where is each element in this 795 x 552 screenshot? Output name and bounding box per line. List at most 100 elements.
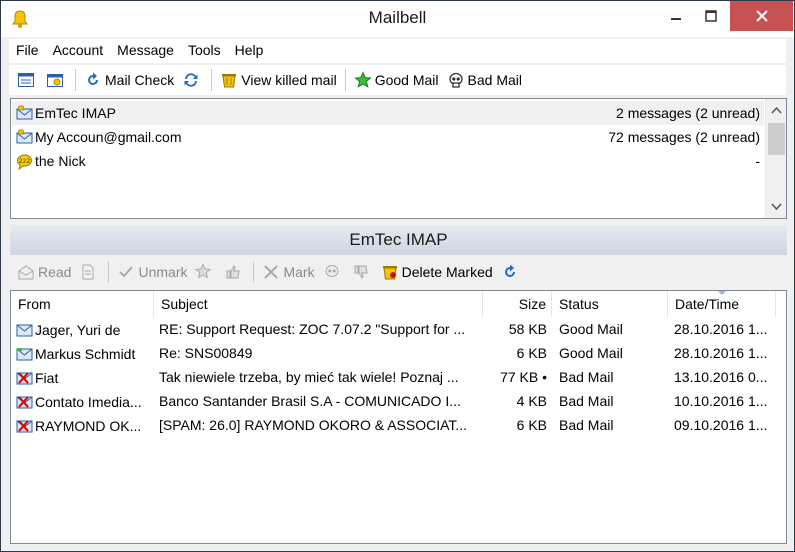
sort-descending-icon [718, 291, 726, 295]
close-icon [755, 10, 768, 22]
list-view-button[interactable] [13, 67, 42, 93]
column-header-from[interactable]: From [11, 291, 154, 317]
scroll-up-icon[interactable] [771, 105, 782, 116]
size-cell: 6 KB [516, 417, 547, 433]
bad-mail-button[interactable]: Bad Mail [443, 67, 526, 93]
thumbs-down-icon [354, 265, 368, 279]
column-header-size[interactable]: Size [483, 291, 552, 317]
from-cell: RAYMOND OK... [16, 414, 156, 438]
table-row[interactable]: RAYMOND OK... [SPAM: 26.0] RAYMOND OKORO… [11, 414, 786, 438]
scroll-thumb[interactable] [768, 123, 785, 155]
refresh-icon [88, 72, 98, 85]
open-envelope-icon [18, 265, 34, 280]
x-mark-icon [264, 265, 279, 279]
menu-tools[interactable]: Tools [181, 39, 228, 63]
mailbell-envelope-icon [16, 129, 33, 143]
from-text: Contato Imedia... [35, 394, 142, 410]
mark-label: Mark [283, 264, 315, 280]
refresh-list-button[interactable] [497, 259, 526, 285]
main-toolbar: Mail Check View killed mail Good Mail Ba… [9, 65, 786, 95]
accounts-list: EmTec IMAP 2 messages (2 unread) My Acco… [10, 98, 787, 219]
size-cell: 77 KB • [500, 369, 547, 385]
account-row-emtec-imap[interactable]: EmTec IMAP 2 messages (2 unread) [12, 101, 764, 125]
column-header-subject[interactable]: Subject [154, 291, 483, 317]
account-name: the Nick [35, 153, 86, 169]
date-cell: 28.10.2016 1... [674, 321, 768, 337]
trash-bell-icon [382, 266, 397, 280]
date-cell: 09.10.2016 1... [674, 417, 768, 433]
close-button[interactable] [730, 1, 793, 31]
table-row[interactable]: Markus Schmidt Re: SNS00849 6 KB Good Ma… [11, 342, 786, 366]
view-killed-mail-button[interactable]: View killed mail [216, 67, 340, 93]
title-bar[interactable]: Mailbell [1, 1, 794, 37]
view-source-button[interactable] [75, 259, 104, 285]
star-icon [353, 71, 372, 88]
envelope-bad-icon [16, 395, 33, 408]
subject-cell: Tak niewiele trzeba, by mieć tak wiele! … [159, 369, 459, 385]
menu-file[interactable]: File [9, 39, 46, 63]
from-text: Markus Schmidt [35, 346, 136, 362]
skull-add-icon [325, 265, 339, 277]
message-toolbar: Read Unmark Mark Delete Marked [10, 257, 787, 287]
add-account-button[interactable] [42, 67, 71, 93]
read-button[interactable]: Read [13, 259, 75, 285]
unmark-label: Unmark [138, 264, 188, 280]
menu-message[interactable]: Message [110, 39, 181, 63]
svg-text:222: 222 [19, 158, 31, 165]
toolbar-separator [253, 261, 255, 283]
menu-account[interactable]: Account [46, 39, 111, 63]
size-cell: 4 KB [516, 393, 547, 409]
maximize-button[interactable] [694, 1, 728, 31]
date-cell: 13.10.2016 0... [674, 369, 768, 385]
mailbox-panel-title: EmTec IMAP [10, 225, 787, 255]
list-view-icon [18, 73, 34, 87]
minimize-button[interactable] [659, 1, 693, 31]
accounts-scrollbar[interactable] [765, 99, 786, 218]
table-row[interactable]: Contato Imedia... Banco Santander Brasil… [11, 390, 786, 414]
delete-marked-button[interactable]: Delete Marked [377, 259, 497, 285]
status-cell: Bad Mail [559, 417, 614, 433]
account-message-count: 72 messages (2 unread) [608, 129, 760, 145]
size-cell: 58 KB [508, 321, 547, 337]
account-name: My Accoun@gmail.com [35, 129, 182, 145]
skull-icon [448, 72, 463, 88]
app-window: Mailbell File Account Message Tools Help… [0, 0, 795, 552]
account-row-the-nick[interactable]: 222 the Nick - [12, 149, 764, 173]
bad-mail-label: Bad Mail [467, 72, 522, 88]
table-row[interactable]: Jager, Yuri de RE: Support Request: ZOC … [11, 318, 786, 342]
messages-table: From Subject Size Status Date/Time Jager… [10, 290, 787, 544]
account-row-gmail[interactable]: My Accoun@gmail.com 72 messages (2 unrea… [12, 125, 764, 149]
mailbell-envelope-icon [16, 105, 33, 119]
star-add-icon [195, 263, 212, 279]
mark-bad-button[interactable] [319, 259, 348, 285]
column-header-status[interactable]: Status [552, 291, 668, 317]
account-name: EmTec IMAP [35, 105, 116, 121]
unmark-button[interactable]: Unmark [113, 259, 191, 285]
mail-check-button[interactable]: Mail Check [80, 67, 178, 93]
sync-button[interactable] [178, 67, 207, 93]
status-cell: Bad Mail [559, 369, 614, 385]
mark-sender-good-button[interactable] [220, 259, 249, 285]
from-text: Jager, Yuri de [35, 322, 121, 338]
toolbar-separator [344, 69, 346, 91]
mark-sender-bad-button[interactable] [348, 259, 377, 285]
mark-good-button[interactable] [191, 259, 220, 285]
menu-bar: File Account Message Tools Help [9, 39, 786, 63]
delete-marked-label: Delete Marked [401, 264, 493, 280]
menu-help[interactable]: Help [228, 39, 271, 63]
from-cell: Fiat [16, 366, 156, 390]
from-cell: Markus Schmidt [16, 342, 156, 366]
mark-button[interactable]: Mark [258, 259, 318, 285]
date-cell: 10.10.2016 1... [674, 393, 768, 409]
add-account-icon [47, 74, 63, 87]
view-killed-mail-label: View killed mail [241, 72, 337, 88]
table-row[interactable]: Fiat Tak niewiele trzeba, by mieć tak wi… [11, 366, 786, 390]
subject-cell: RE: Support Request: ZOC 7.07.2 "Support… [159, 321, 466, 337]
thumbs-up-icon [226, 265, 241, 279]
from-text: Fiat [35, 370, 59, 386]
good-mail-button[interactable]: Good Mail [350, 67, 443, 93]
toolbar-separator [108, 261, 110, 283]
read-label: Read [38, 264, 72, 280]
from-cell: Contato Imedia... [16, 390, 156, 414]
scroll-down-icon[interactable] [771, 201, 782, 212]
